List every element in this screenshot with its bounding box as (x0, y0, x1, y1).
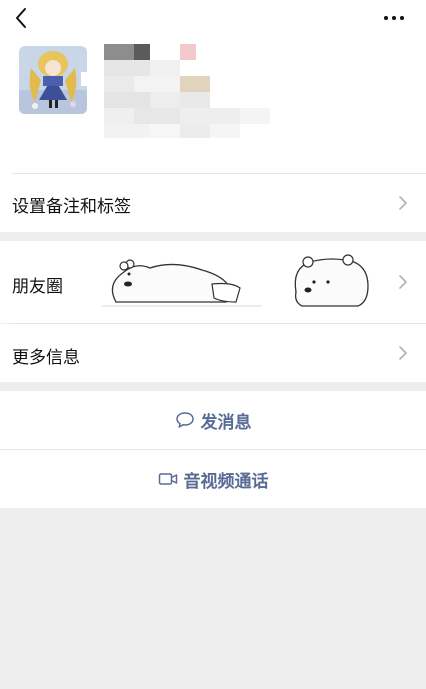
back-button[interactable] (12, 6, 34, 30)
top-bar (0, 0, 426, 36)
section-gap (0, 382, 426, 391)
moments-photo-polar-bear-lying (102, 254, 262, 308)
profile-header: 设置备注和标签 (0, 0, 426, 232)
avatar[interactable] (19, 46, 87, 114)
more-button[interactable] (380, 8, 408, 28)
chevron-right-icon (399, 275, 407, 289)
moments-photo-polar-bear-face (288, 254, 372, 308)
row-remark-tags-label: 设置备注和标签 (12, 197, 131, 217)
row-moments-label: 朋友圈 (12, 277, 63, 297)
row-more-info-label: 更多信息 (12, 348, 80, 368)
avatar-illustration (19, 46, 87, 114)
name-mosaic (104, 44, 274, 148)
chevron-right-icon (399, 346, 407, 360)
video-call-button[interactable]: 音视频通话 (0, 450, 426, 508)
video-camera-icon (158, 473, 177, 485)
chevron-right-icon (399, 196, 407, 210)
row-moments[interactable]: 朋友圈 (0, 241, 426, 323)
row-more-info[interactable]: 更多信息 (0, 324, 426, 382)
row-remark-tags[interactable]: 设置备注和标签 (0, 174, 426, 232)
chat-bubble-icon (175, 412, 194, 428)
more-dots-icon (384, 16, 388, 20)
back-arrow-icon (16, 8, 26, 28)
video-call-label: 音视频通话 (183, 471, 269, 492)
send-message-button[interactable]: 发消息 (0, 391, 426, 449)
send-message-label: 发消息 (200, 412, 252, 433)
section-gap (0, 232, 426, 241)
